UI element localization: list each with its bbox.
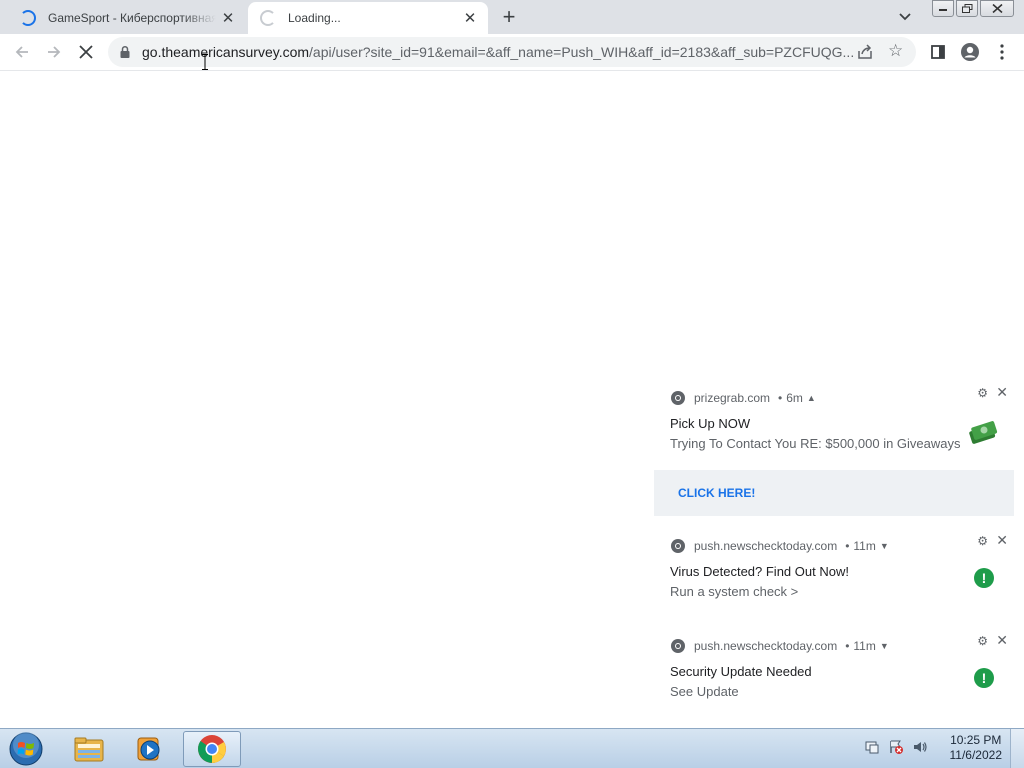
tab-title: Loading...	[288, 11, 341, 25]
notification-age: 6m	[786, 391, 803, 405]
lock-icon[interactable]	[118, 45, 132, 59]
green-alert-icon: !	[974, 668, 994, 688]
notification-age: 11m	[853, 639, 876, 653]
separator-dot: •	[845, 539, 850, 553]
kebab-menu-icon[interactable]	[988, 38, 1016, 66]
browser-toolbar: go.theamericansurvey.com/api/user?site_i…	[0, 34, 1024, 71]
notification-prizegrab[interactable]: prizegrab.com • 6m ▲ ⚙ ✕ Pick Up NOW Try…	[654, 380, 1014, 518]
notification-body: Trying To Contact You RE: $500,000 in Gi…	[670, 436, 961, 451]
chevron-up-icon[interactable]: ▲	[807, 393, 816, 403]
notification-origin: prizegrab.com	[694, 391, 771, 405]
notification-header: push.newschecktoday.com • 11m ▼	[670, 538, 889, 554]
notification-origin: push.newschecktoday.com	[694, 539, 838, 553]
green-alert-icon: !	[974, 568, 994, 588]
screen: GameSport - Киберспортивная ✕ Loading...…	[0, 0, 1024, 768]
url-text[interactable]: go.theamericansurvey.com/api/user?site_i…	[142, 44, 854, 60]
notification-header: prizegrab.com • 6m ▲	[670, 390, 816, 406]
side-panel-icon[interactable]	[924, 38, 952, 66]
file-explorer-icon[interactable]	[60, 731, 118, 767]
tab-gamesport[interactable]: GameSport - Киберспортивная ✕	[8, 2, 246, 34]
url-path: /api/user?site_id=91&email=&aff_name=Pus…	[309, 44, 854, 60]
chrome-origin-icon	[671, 639, 685, 653]
text-cursor-icon	[202, 54, 208, 70]
gear-icon[interactable]: ⚙	[977, 634, 988, 648]
forward-arrow-icon[interactable]	[40, 38, 68, 66]
chevron-down-icon[interactable]: ▼	[880, 541, 889, 551]
media-player-icon[interactable]	[120, 731, 178, 767]
tab-loading[interactable]: Loading... ✕	[248, 2, 488, 34]
bookmark-star-icon[interactable]: ☆	[888, 41, 903, 61]
back-arrow-icon[interactable]	[8, 38, 36, 66]
clock-date: 11/6/2022	[949, 748, 1003, 762]
volume-icon[interactable]	[912, 739, 928, 755]
notification-origin: push.newschecktoday.com	[694, 639, 838, 653]
notification-security-update[interactable]: push.newschecktoday.com • 11m ▼ ⚙ ✕ Secu…	[654, 628, 1014, 718]
notification-header: push.newschecktoday.com • 11m ▼	[670, 638, 889, 654]
close-window-button[interactable]	[980, 0, 1014, 17]
gear-icon[interactable]: ⚙	[977, 534, 988, 548]
click-here-button[interactable]: CLICK HERE!	[654, 470, 1014, 516]
profile-icon[interactable]	[956, 38, 984, 66]
start-orb-icon[interactable]	[6, 731, 46, 767]
close-icon[interactable]: ✕	[996, 384, 1008, 401]
notification-age: 11m	[853, 539, 876, 553]
restore-button[interactable]	[956, 0, 978, 17]
show-desktop-button[interactable]	[1010, 729, 1024, 768]
notification-title: Security Update Needed	[670, 664, 812, 679]
minimize-button[interactable]	[932, 0, 954, 17]
notification-body: Run a system check >	[670, 584, 799, 599]
tab-close-icon[interactable]: ✕	[216, 6, 240, 30]
close-icon[interactable]: ✕	[996, 632, 1008, 649]
stop-loading-icon[interactable]	[72, 38, 100, 66]
url-host: go.theamericansurvey.com	[142, 44, 310, 60]
notification-virus-detected[interactable]: push.newschecktoday.com • 11m ▼ ⚙ ✕ Viru…	[654, 528, 1014, 618]
new-tab-button[interactable]: +	[497, 4, 521, 29]
loading-spinner-icon	[20, 10, 36, 26]
windows-taskbar: 10:25 PM 11/6/2022	[0, 728, 1024, 768]
taskbar-clock[interactable]: 10:25 PM 11/6/2022	[950, 733, 1003, 763]
chrome-icon[interactable]	[183, 731, 241, 767]
chevron-down-icon[interactable]: ▼	[880, 641, 889, 651]
notification-body: See Update	[670, 684, 739, 699]
loading-spinner-icon	[260, 10, 276, 26]
address-bar[interactable]: go.theamericansurvey.com/api/user?site_i…	[108, 37, 916, 67]
close-icon[interactable]: ✕	[996, 532, 1008, 549]
system-tray	[864, 739, 928, 755]
tab-strip: GameSport - Киберспортивная ✕ Loading...…	[0, 0, 1024, 34]
separator-dot: •	[778, 391, 783, 405]
tab-title: GameSport - Киберспортивная	[48, 11, 216, 25]
gear-icon[interactable]: ⚙	[977, 386, 988, 400]
chrome-origin-icon	[671, 539, 685, 553]
clock-time: 10:25 PM	[950, 733, 1002, 747]
money-icon	[969, 421, 998, 444]
tab-search-chevron-icon[interactable]	[893, 6, 917, 28]
notification-title: Virus Detected? Find Out Now!	[670, 564, 849, 579]
action-center-flag-icon[interactable]	[864, 739, 880, 755]
chrome-origin-icon	[671, 391, 685, 405]
share-icon[interactable]	[856, 43, 874, 61]
notification-title: Pick Up NOW	[670, 416, 751, 431]
window-controls	[932, 0, 1014, 17]
network-error-icon[interactable]	[888, 739, 904, 755]
tab-close-icon[interactable]: ✕	[458, 6, 482, 30]
separator-dot: •	[845, 639, 850, 653]
